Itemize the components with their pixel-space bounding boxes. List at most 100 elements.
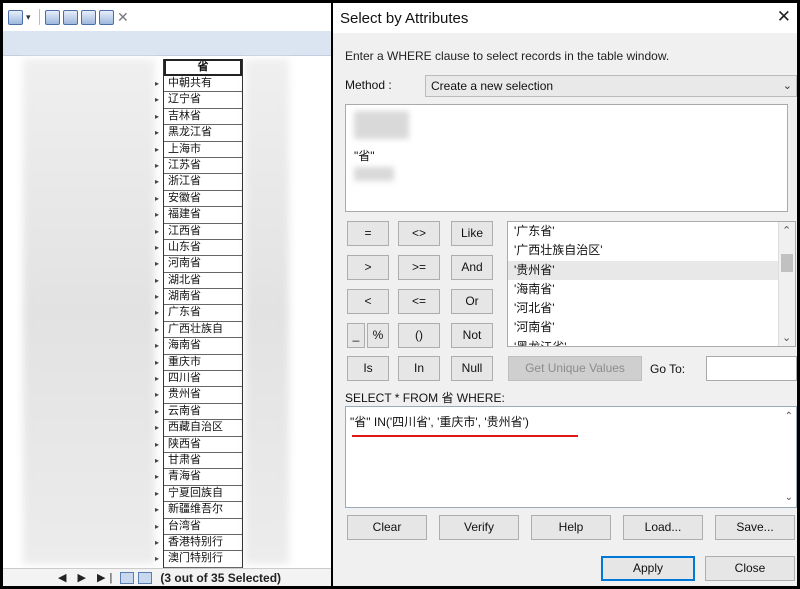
table-row[interactable]: 澳门特别行 [164, 551, 242, 568]
row-selector-icon[interactable]: ▸ [155, 420, 163, 436]
goto-input[interactable] [706, 356, 797, 381]
table-row[interactable]: 中朝共有 [164, 76, 242, 93]
row-selector-icon[interactable]: ▸ [155, 240, 163, 256]
table-row[interactable]: 西藏自治区 [164, 420, 242, 437]
table-options-icon[interactable] [8, 9, 23, 25]
verify-button[interactable]: Verify [439, 515, 519, 540]
show-selected-records-icon[interactable] [138, 571, 153, 584]
unique-value-item[interactable]: '河南省' [508, 318, 795, 337]
table-row[interactable]: 新疆维吾尔 [164, 502, 242, 519]
table-row[interactable]: 河南省 [164, 256, 242, 273]
row-selector-icon[interactable]: ▸ [155, 486, 163, 502]
close-icon[interactable]: ✕ [777, 7, 791, 27]
table-row[interactable]: 湖南省 [164, 289, 242, 306]
row-selector-icon[interactable]: ▸ [155, 289, 163, 305]
row-selector-icon[interactable]: ▸ [155, 76, 163, 92]
table-row[interactable]: 四川省 [164, 371, 242, 388]
table-row[interactable]: 江西省 [164, 224, 242, 240]
row-selector-icon[interactable]: ▸ [155, 453, 163, 469]
not-equal-button[interactable]: <> [398, 221, 440, 246]
null-button[interactable]: Null [451, 356, 493, 381]
unique-value-item[interactable]: '河北省' [508, 299, 795, 318]
table-row[interactable]: 甘肃省 [164, 453, 242, 470]
row-selector-icon[interactable]: ▸ [155, 437, 163, 453]
fields-list[interactable]: "省" [345, 104, 788, 212]
unique-value-item[interactable]: '贵州省' [508, 260, 795, 280]
unique-value-item[interactable]: '海南省' [508, 280, 795, 299]
like-button[interactable]: Like [451, 221, 493, 246]
row-selector-icon[interactable]: ▸ [155, 387, 163, 403]
scroll-up-icon[interactable]: ⌃ [785, 411, 793, 422]
or-button[interactable]: Or [451, 289, 493, 314]
unique-value-item[interactable]: '广东省' [508, 222, 795, 241]
show-all-records-icon[interactable] [120, 571, 135, 584]
row-selector-icon[interactable]: ▸ [155, 338, 163, 354]
table-row[interactable]: 广西壮族自 [164, 322, 242, 339]
row-selector-icon[interactable]: ▸ [155, 142, 163, 158]
is-button[interactable]: Is [347, 356, 389, 381]
row-selector-icon[interactable]: ▸ [155, 109, 163, 125]
table-row[interactable]: 福建省 [164, 207, 242, 224]
percent-button[interactable]: % [367, 323, 389, 348]
table-row[interactable]: 云南省 [164, 404, 242, 421]
row-selector-icon[interactable]: ▸ [155, 273, 163, 289]
row-selector-icon[interactable]: ▸ [155, 519, 163, 535]
underscore-button[interactable]: _ [347, 323, 365, 348]
clear-selection-icon[interactable] [99, 9, 114, 25]
table-row[interactable]: 陕西省 [164, 437, 242, 453]
help-button[interactable]: Help [531, 515, 611, 540]
clear-button[interactable]: Clear [347, 515, 427, 540]
unique-value-item[interactable]: '黑龙江省' [508, 338, 795, 346]
in-button[interactable]: In [398, 356, 440, 381]
scroll-up-icon[interactable]: ⌃ [782, 224, 791, 237]
record-navigation[interactable]: ◀ ▶ ▶| [58, 571, 116, 584]
close-button[interactable]: Close [705, 556, 795, 581]
row-selector-icon[interactable]: ▸ [155, 158, 163, 174]
table-row[interactable]: 浙江省 [164, 174, 242, 191]
greater-than-button[interactable]: > [347, 255, 389, 280]
unique-values-list[interactable]: '广东省' '广西壮族自治区' '贵州省' '海南省' '河北省' '河南省' '黑龙江省'… [507, 221, 796, 347]
where-clause-editor[interactable]: "省" IN('四川省', '重庆市', '贵州省') ⌃ ⌄ [345, 406, 797, 508]
less-than-button[interactable]: < [347, 289, 389, 314]
less-equal-button[interactable]: <= [398, 289, 440, 314]
unique-value-item[interactable]: '广西壮族自治区' [508, 241, 795, 260]
field-item-province[interactable]: "省" [354, 147, 375, 164]
table-row[interactable]: 贵州省 [164, 387, 242, 404]
row-selector-icon[interactable]: ▸ [155, 404, 163, 420]
row-selector-icon[interactable]: ▸ [155, 256, 163, 272]
row-selector-icon[interactable]: ▸ [155, 305, 163, 321]
row-selector-icon[interactable]: ▸ [155, 469, 163, 485]
not-button[interactable]: Not [451, 323, 493, 348]
table-row[interactable]: 湖北省 [164, 273, 242, 290]
get-unique-values-button[interactable]: Get Unique Values [508, 356, 642, 381]
table-row[interactable]: 宁夏回族自 [164, 486, 242, 503]
scroll-down-icon[interactable]: ⌄ [785, 492, 793, 503]
row-selector-icon[interactable]: ▸ [155, 191, 163, 207]
row-selectors[interactable]: ▸ ▸ ▸ ▸ ▸ ▸ ▸ ▸ ▸ ▸ ▸ ▸ ▸ ▸ ▸ ▸ ▸ ▸ ▸ ▸ ▸ ▸ ▸ ▸ ▸ ▸ ▸ ▸ ▸ ▸ [155, 76, 163, 568]
row-selector-icon[interactable]: ▸ [155, 174, 163, 190]
scroll-down-icon[interactable]: ⌄ [782, 331, 791, 344]
row-selector-icon[interactable]: ▸ [155, 92, 163, 108]
equals-button[interactable]: = [347, 221, 389, 246]
and-button[interactable]: And [451, 255, 493, 280]
table-row[interactable]: 安徽省 [164, 191, 242, 208]
save-button[interactable]: Save... [715, 515, 795, 540]
apply-button[interactable]: Apply [601, 556, 695, 581]
dropdown-arrow-icon[interactable]: ▾ [26, 10, 34, 25]
table-row[interactable]: 海南省 [164, 338, 242, 355]
switch-selection-icon[interactable] [81, 9, 96, 25]
table-row[interactable]: 上海市 [164, 142, 242, 158]
values-scrollbar[interactable]: ⌃ ⌄ [778, 222, 795, 346]
related-tables-icon[interactable] [45, 9, 60, 25]
table-row[interactable]: 青海省 [164, 469, 242, 486]
row-selector-icon[interactable]: ▸ [155, 224, 163, 240]
row-selector-icon[interactable]: ▸ [155, 322, 163, 338]
table-row[interactable]: 辽宁省 [164, 92, 242, 109]
row-selector-icon[interactable]: ▸ [155, 371, 163, 387]
table-row[interactable]: 山东省 [164, 240, 242, 257]
row-selector-icon[interactable]: ▸ [155, 502, 163, 518]
scroll-thumb[interactable] [781, 254, 793, 272]
table-row[interactable]: 黑龙江省 [164, 125, 242, 142]
row-selector-icon[interactable]: ▸ [155, 207, 163, 223]
table-row[interactable]: 江苏省 [164, 158, 242, 175]
